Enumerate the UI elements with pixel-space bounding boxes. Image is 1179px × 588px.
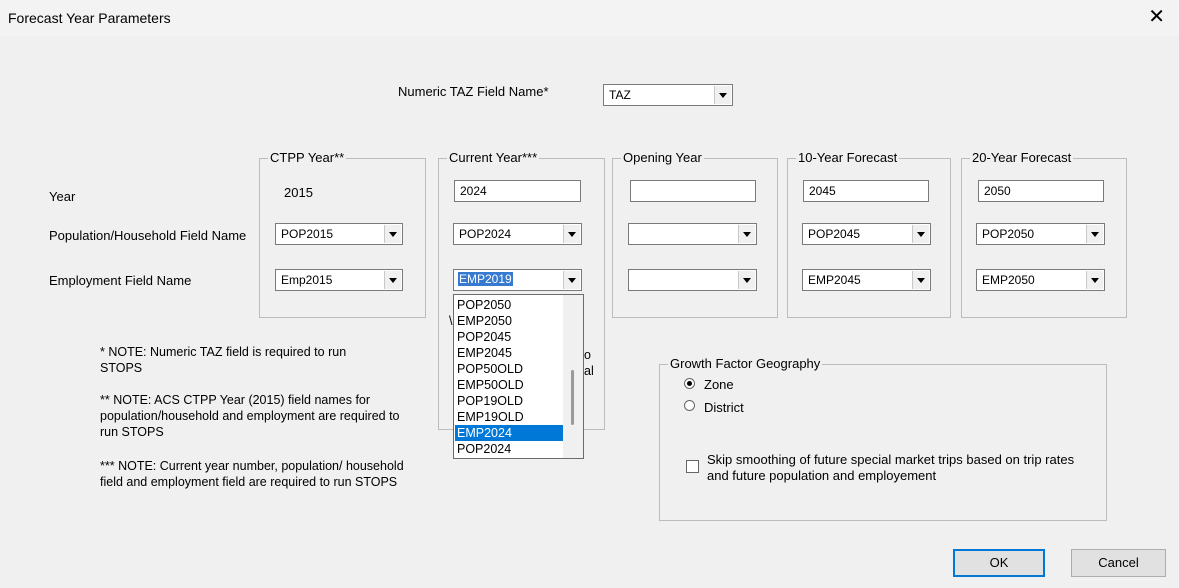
chevron-down-icon[interactable]	[738, 225, 755, 243]
dropdown-item-highlighted[interactable]: EMP2024	[455, 425, 565, 441]
year-row-label: Year	[49, 189, 76, 204]
employment-row-label: Employment Field Name	[49, 273, 192, 288]
obscured-text-fragment: al	[584, 364, 594, 378]
dropdown-item[interactable]: EMP2045	[455, 345, 565, 361]
dropdown-item[interactable]: POP2045	[455, 329, 565, 345]
current-population-value: POP2024	[459, 227, 512, 241]
chevron-down-icon[interactable]	[384, 225, 401, 243]
current-employment-select[interactable]: EMP2019	[453, 269, 582, 291]
dropdown-scrollbar[interactable]	[563, 295, 583, 458]
twenty-year-employment-select[interactable]: EMP2050	[976, 269, 1105, 291]
twenty-year-employment-value: EMP2050	[982, 273, 1035, 287]
ten-year-population-value: POP2045	[808, 227, 861, 241]
obscured-text-fragment: o	[584, 348, 591, 362]
opening-year-title: Opening Year	[621, 150, 704, 166]
twenty-year-input[interactable]: 2050	[978, 180, 1104, 202]
chevron-down-icon[interactable]	[1086, 271, 1103, 289]
growth-factor-title: Growth Factor Geography	[668, 356, 823, 372]
chevron-down-icon[interactable]	[563, 225, 580, 243]
obscured-text-fragment: \	[449, 314, 453, 328]
ctpp-population-select[interactable]: POP2015	[275, 223, 403, 245]
taz-field-value: TAZ	[609, 88, 631, 102]
skip-smoothing-checkbox[interactable]	[686, 460, 699, 473]
zone-radio-label[interactable]: Zone	[704, 377, 734, 392]
opening-population-select[interactable]	[628, 223, 757, 245]
ok-button[interactable]: OK	[953, 549, 1045, 577]
scrollbar-thumb[interactable]	[571, 370, 574, 425]
dropdown-item[interactable]: POP2050	[455, 297, 565, 313]
chevron-down-icon[interactable]	[738, 271, 755, 289]
ctpp-year-value: 2015	[284, 185, 313, 200]
note-current-year-required: *** NOTE: Current year number, populatio…	[100, 459, 404, 489]
dropdown-item[interactable]: EMP50OLD	[455, 377, 565, 393]
chevron-down-icon[interactable]	[1086, 225, 1103, 243]
twenty-year-forecast-title: 20-Year Forecast	[970, 150, 1074, 166]
ten-year-population-select[interactable]: POP2045	[802, 223, 931, 245]
dropdown-item[interactable]: POP2024	[455, 441, 565, 457]
dropdown-item[interactable]: EMP2050	[455, 313, 565, 329]
current-employment-value: EMP2019	[458, 272, 513, 286]
dropdown-item[interactable]: POP50OLD	[455, 361, 565, 377]
chevron-down-icon[interactable]	[912, 271, 929, 289]
cancel-button[interactable]: Cancel	[1071, 549, 1166, 577]
district-radio-label[interactable]: District	[704, 400, 744, 415]
twenty-year-population-select[interactable]: POP2050	[976, 223, 1105, 245]
ten-year-input[interactable]: 2045	[803, 180, 929, 202]
current-year-input[interactable]: 2024	[454, 180, 581, 202]
dropdown-item[interactable]: EMP19OLD	[455, 409, 565, 425]
title-bar: Forecast Year Parameters ✕	[0, 0, 1179, 36]
ctpp-year-title: CTPP Year**	[268, 150, 347, 166]
chevron-down-icon[interactable]	[912, 225, 929, 243]
twenty-year-population-value: POP2050	[982, 227, 1035, 241]
skip-smoothing-label[interactable]: Skip smoothing of future special market …	[707, 452, 1097, 484]
taz-field-label: Numeric TAZ Field Name*	[398, 84, 549, 99]
opening-employment-select[interactable]	[628, 269, 757, 291]
opening-year-input[interactable]	[630, 180, 756, 202]
current-year-title: Current Year***	[447, 150, 540, 166]
ctpp-employment-select[interactable]: Emp2015	[275, 269, 403, 291]
employment-dropdown-list[interactable]: POP2050 EMP2050 POP2045 EMP2045 POP50OLD…	[453, 294, 584, 459]
note-ctpp-required: ** NOTE: ACS CTPP Year (2015) field name…	[100, 393, 400, 439]
chevron-down-icon[interactable]	[563, 271, 580, 289]
population-row-label: Population/Household Field Name	[49, 228, 247, 243]
district-radio[interactable]	[684, 400, 695, 411]
ten-year-forecast-title: 10-Year Forecast	[796, 150, 900, 166]
zone-radio[interactable]	[684, 378, 695, 389]
chevron-down-icon[interactable]	[714, 86, 731, 104]
window-title: Forecast Year Parameters	[8, 10, 171, 26]
note-taz-required: * NOTE: Numeric TAZ field is required to…	[100, 345, 347, 375]
ten-year-employment-value: EMP2045	[808, 273, 861, 287]
chevron-down-icon[interactable]	[384, 271, 401, 289]
close-icon[interactable]: ✕	[1148, 6, 1165, 28]
taz-field-select[interactable]: TAZ	[603, 84, 733, 106]
ctpp-population-value: POP2015	[281, 227, 334, 241]
ten-year-employment-select[interactable]: EMP2045	[802, 269, 931, 291]
dropdown-item[interactable]: POP19OLD	[455, 393, 565, 409]
ctpp-employment-value: Emp2015	[281, 273, 333, 287]
current-population-select[interactable]: POP2024	[453, 223, 582, 245]
